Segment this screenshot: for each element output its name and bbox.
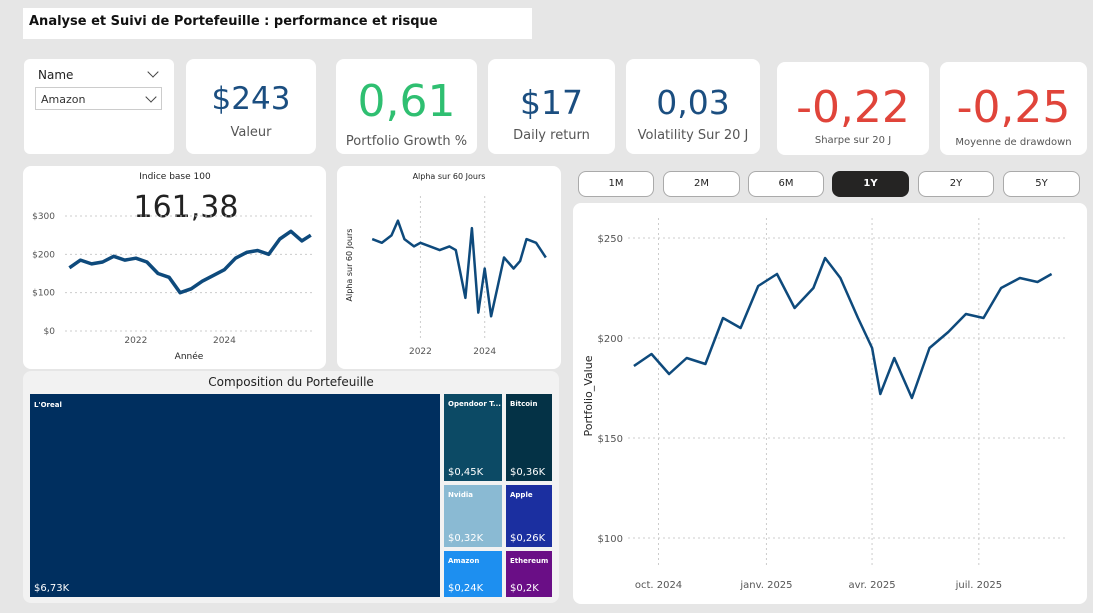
- chart-line: [371, 219, 547, 318]
- range-button-2m[interactable]: 2M: [663, 171, 740, 197]
- tile-value: $0,45K: [448, 467, 484, 478]
- page-title: Analyse et Suivi de Portefeuille : perfo…: [23, 8, 532, 39]
- tile-value: $0,24K: [448, 583, 484, 594]
- treemap-tile-bitcoin[interactable]: Bitcoin $0,36K: [506, 394, 552, 481]
- alpha-chart-card: Alpha sur 60 Jours Alpha sur 60 Jours 20…: [337, 166, 561, 369]
- tile-name: Nvidia: [448, 491, 473, 499]
- y-tick-label: $0: [44, 327, 56, 337]
- y-axis-label: Portfolio_Value: [582, 355, 595, 436]
- chevron-down-icon: [145, 91, 157, 103]
- y-tick-label: $100: [32, 289, 55, 299]
- range-button-1y[interactable]: 1Y: [832, 171, 909, 197]
- kpi-value: $243: [211, 81, 291, 117]
- y-axis-label: Alpha sur 60 Jours: [345, 229, 354, 302]
- chart-title: Alpha sur 60 Jours: [413, 172, 486, 181]
- kpi-card-sharpe: -0,22 Sharpe sur 20 J: [777, 62, 929, 155]
- treemap-card: Composition du Portefeuille L'Oreal $6,7…: [23, 371, 559, 603]
- tile-value: $0,36K: [510, 467, 546, 478]
- tile-value: $0,26K: [510, 533, 546, 544]
- kpi-value: -0,22: [796, 82, 910, 133]
- chart-title: Indice base 100: [139, 172, 211, 182]
- x-tick-label: oct. 2024: [635, 580, 682, 591]
- tile-name: Amazon: [448, 557, 480, 565]
- y-tick-label: $300: [32, 212, 55, 222]
- tile-value: $0,32K: [448, 533, 484, 544]
- chevron-down-icon[interactable]: [147, 66, 159, 78]
- tile-value: $6,73K: [34, 583, 70, 594]
- treemap-tile-amazon[interactable]: Amazon $0,24K: [444, 551, 502, 597]
- range-button-6m[interactable]: 6M: [748, 171, 824, 197]
- treemap-tile-opendoor[interactable]: Opendoor T... $0,45K: [444, 394, 502, 481]
- chart-big-value: 161,38: [134, 190, 239, 225]
- kpi-label: Portfolio Growth %: [345, 134, 468, 149]
- kpi-card-daily-return: $17 Daily return: [488, 59, 615, 154]
- chart-line: [68, 229, 312, 295]
- kpi-card-drawdown: -0,25 Moyenne de drawdown: [940, 62, 1087, 155]
- x-tick-label: 2024: [213, 336, 236, 346]
- indice-chart: Indice base 100 161,38 $0 $100 $200 $300 20…: [32, 172, 313, 362]
- treemap-tile-ethereum[interactable]: Ethereum $0,2K: [506, 551, 552, 597]
- kpi-value: $17: [520, 83, 583, 122]
- kpi-label: Daily return: [513, 128, 590, 143]
- range-button-1m[interactable]: 1M: [578, 171, 654, 197]
- x-tick-label: avr. 2025: [849, 580, 896, 591]
- kpi-value: -0,25: [956, 82, 1071, 133]
- kpi-label: Valeur: [230, 125, 272, 140]
- x-tick-label: 2022: [124, 336, 147, 346]
- slicer-label: Name: [38, 68, 74, 82]
- x-tick-label: 2024: [473, 347, 496, 357]
- x-axis-label: Année: [175, 351, 204, 362]
- tile-value: $0,2K: [510, 583, 539, 594]
- y-tick-label: $200: [598, 334, 623, 345]
- x-tick-label: janv. 2025: [739, 580, 792, 591]
- kpi-card-volatility: 0,03 Volatility Sur 20 J: [626, 59, 760, 154]
- portfolio-value-chart: Portfolio_Value $100 $150 $200 $250 oct. 20…: [582, 218, 1068, 591]
- range-button-5y[interactable]: 5Y: [1003, 171, 1080, 197]
- y-tick-label: $200: [32, 250, 55, 260]
- treemap-tile-apple[interactable]: Apple $0,26K: [506, 485, 552, 547]
- name-slicer: Name Amazon: [24, 59, 174, 154]
- y-tick-label: $150: [598, 434, 623, 445]
- kpi-label: Moyenne de drawdown: [955, 137, 1072, 148]
- treemap-tile-nvidia[interactable]: Nvidia $0,32K: [444, 485, 502, 547]
- kpi-value: 0,61: [357, 76, 456, 127]
- tile-name: Bitcoin: [510, 400, 538, 408]
- slicer-dropdown[interactable]: Amazon: [35, 87, 162, 110]
- kpi-card-growth: 0,61 Portfolio Growth %: [336, 59, 477, 154]
- indice-chart-card: Indice base 100 161,38 $0 $100 $200 $300 20…: [23, 166, 326, 369]
- tile-name: Opendoor T...: [448, 400, 501, 408]
- slicer-selected-value: Amazon: [41, 93, 86, 106]
- chart-line: [633, 256, 1053, 400]
- x-tick-label: juil. 2025: [955, 580, 1002, 591]
- tile-name: Apple: [510, 491, 533, 499]
- kpi-card-valeur: $243 Valeur: [186, 59, 316, 154]
- alpha-chart: Alpha sur 60 Jours Alpha sur 60 Jours 20…: [345, 172, 547, 357]
- kpi-value: 0,03: [656, 83, 730, 122]
- y-tick-label: $100: [598, 534, 623, 545]
- portfolio-value-chart-card: Portfolio_Value $100 $150 $200 $250 oct. 20…: [573, 203, 1087, 604]
- kpi-label: Sharpe sur 20 J: [814, 135, 892, 146]
- tile-name: Ethereum: [510, 557, 549, 565]
- kpi-label: Volatility Sur 20 J: [637, 128, 749, 143]
- range-button-2y[interactable]: 2Y: [918, 171, 994, 197]
- y-tick-label: $250: [598, 234, 623, 245]
- treemap-title: Composition du Portefeuille: [208, 375, 374, 389]
- treemap-tile-loreal[interactable]: L'Oreal $6,73K: [30, 394, 440, 597]
- x-tick-label: 2022: [409, 347, 432, 357]
- tile-name: L'Oreal: [34, 401, 62, 409]
